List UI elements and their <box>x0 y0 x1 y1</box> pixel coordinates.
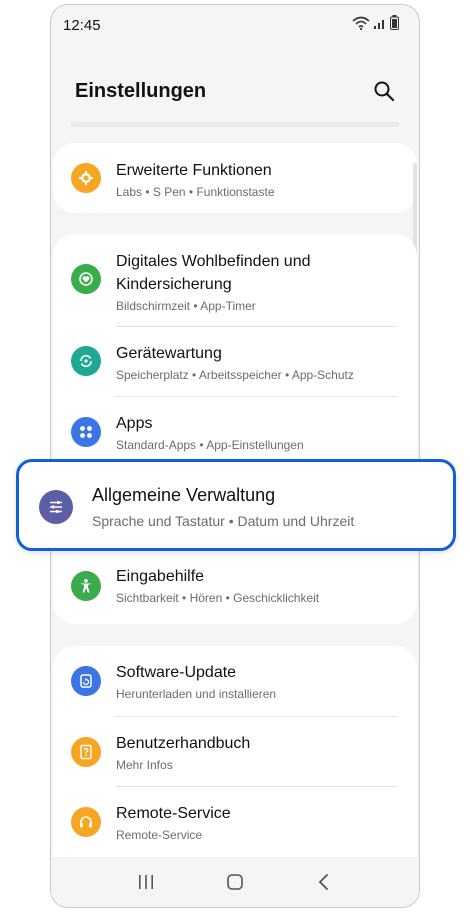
item-subtitle: Standard-Apps • App-Einstellungen <box>116 438 304 452</box>
menu-item-apps[interactable]: Apps Standard-Apps • App-Einstellungen <box>53 397 417 468</box>
heart-icon <box>71 264 101 294</box>
settings-header: Einstellungen <box>51 65 419 117</box>
item-subtitle: Mehr Infos <box>116 758 173 772</box>
battery-icon <box>390 15 399 35</box>
menu-item-remote-service[interactable]: Remote-Service Remote-Service <box>53 787 417 858</box>
item-subtitle: Sprache und Tastatur • Datum und Uhrzeit <box>92 513 355 529</box>
manual-icon <box>71 737 101 767</box>
navigation-bar <box>51 857 419 907</box>
card-support: Software-Update Herunterladen und instal… <box>53 646 417 876</box>
item-title: Benutzerhandbuch <box>116 735 251 752</box>
headset-icon <box>71 807 101 837</box>
card-advanced: Erweiterte Funktionen Labs • S Pen • Fun… <box>53 143 417 213</box>
item-title: Digitales Wohlbefinden und Kindersicheru… <box>116 253 311 293</box>
recent-apps-button[interactable] <box>126 862 166 902</box>
item-title: Remote-Service <box>116 805 231 822</box>
item-subtitle: Remote-Service <box>116 828 203 842</box>
signal-icon <box>373 16 387 35</box>
status-time: 12:45 <box>63 16 101 34</box>
menu-item-digitales-wohlbefinden[interactable]: Digitales Wohlbefinden und Kindersicheru… <box>53 234 417 327</box>
grid-icon <box>71 417 101 447</box>
scroll-shade <box>71 122 399 127</box>
item-title: Apps <box>116 415 153 432</box>
back-icon <box>319 874 329 890</box>
wifi-icon <box>352 16 370 35</box>
phone-frame: 12:45 Einstellungen Erweiterte Funktione… <box>50 4 420 908</box>
item-subtitle: Labs • S Pen • Funktionstaste <box>116 185 275 199</box>
gear-plus-icon <box>71 163 101 193</box>
menu-item-allgemeine-verwaltung[interactable]: Allgemeine Verwaltung Sprache und Tastat… <box>16 459 456 551</box>
menu-item-erweiterte-funktionen[interactable]: Erweiterte Funktionen Labs • S Pen • Fun… <box>53 143 417 213</box>
item-title: Gerätewartung <box>116 345 222 362</box>
status-bar: 12:45 <box>51 5 419 45</box>
item-subtitle: Sichtbarkeit • Hören • Geschicklichkeit <box>116 591 320 605</box>
refresh-icon <box>71 346 101 376</box>
status-icons <box>352 15 399 35</box>
update-icon <box>71 666 101 696</box>
menu-item-geraetewartung[interactable]: Gerätewartung Speicherplatz • Arbeitsspe… <box>53 327 417 397</box>
item-subtitle: Bildschirmzeit • App-Timer <box>116 299 256 313</box>
item-title: Allgemeine Verwaltung <box>92 485 276 505</box>
menu-item-eingabehilfe[interactable]: Eingabehilfe Sichtbarkeit • Hören • Gesc… <box>53 553 417 624</box>
card-device: Digitales Wohlbefinden und Kindersicheru… <box>53 234 417 624</box>
page-title: Einstellungen <box>75 79 207 102</box>
item-subtitle: Herunterladen und installieren <box>116 687 277 701</box>
sliders-icon <box>39 490 73 524</box>
item-title: Erweiterte Funktionen <box>116 162 272 179</box>
item-title: Software-Update <box>116 664 237 681</box>
menu-item-software-update[interactable]: Software-Update Herunterladen und instal… <box>53 646 417 717</box>
home-button[interactable] <box>215 862 255 902</box>
back-button[interactable] <box>304 862 344 902</box>
home-icon <box>227 874 243 890</box>
item-title: Eingabehilfe <box>116 568 205 585</box>
item-subtitle: Speicherplatz • Arbeitsspeicher • App-Sc… <box>116 368 354 382</box>
recent-apps-icon <box>138 875 153 889</box>
search-icon <box>374 81 395 102</box>
menu-item-benutzerhandbuch[interactable]: Benutzerhandbuch Mehr Infos <box>53 717 417 787</box>
accessibility-icon <box>71 571 101 601</box>
search-button[interactable] <box>369 76 399 106</box>
